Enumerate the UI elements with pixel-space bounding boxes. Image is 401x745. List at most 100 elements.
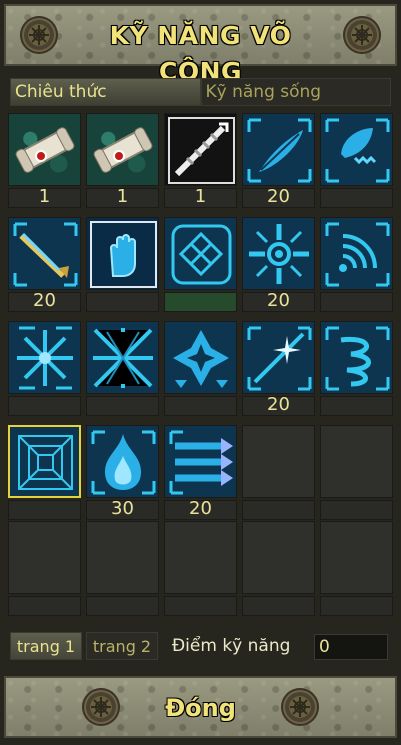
- skill-level: 20: [267, 290, 290, 311]
- skill-slot[interactable]: [242, 113, 315, 186]
- sparkle-burst-icon: [247, 326, 312, 391]
- category-tabs: Chiêu thức Kỹ năng sống: [10, 78, 391, 106]
- empty-slot[interactable]: [320, 521, 393, 594]
- open-palm-icon: [90, 221, 157, 288]
- window-title: KỸ NĂNG VÕ CÔNG: [109, 21, 292, 86]
- level-box: [8, 596, 81, 616]
- radiant-cross-icon: [249, 224, 309, 284]
- level-box: [164, 292, 237, 312]
- level-box: [86, 596, 159, 616]
- empty-cell: [8, 521, 81, 616]
- skill-cell: [320, 113, 393, 208]
- skill-cell: [8, 321, 81, 416]
- skill-level: 1: [194, 186, 207, 207]
- level-box: [320, 500, 393, 520]
- skill-slot[interactable]: [164, 113, 237, 186]
- skill-slot[interactable]: [320, 217, 393, 290]
- skill-cell: 1: [86, 113, 159, 208]
- skill-slot[interactable]: [86, 217, 159, 290]
- skill-slot[interactable]: [8, 217, 81, 290]
- left-medallion-icon: [20, 16, 58, 54]
- spiked-blade-icon: [168, 117, 235, 184]
- empty-slot[interactable]: [242, 425, 315, 498]
- level-box: [320, 292, 393, 312]
- skill-points-value: 0: [314, 634, 388, 660]
- level-box: [164, 396, 237, 416]
- skill-cell: [164, 321, 237, 416]
- level-box: [320, 188, 393, 208]
- empty-slot[interactable]: [164, 521, 237, 594]
- skill-slot[interactable]: [320, 321, 393, 394]
- skill-cell: 20: [242, 113, 315, 208]
- skill-level: 30: [111, 498, 134, 519]
- skill-cell: 1: [164, 113, 237, 208]
- empty-cell: [320, 425, 393, 520]
- swirling-leaf-icon: [325, 118, 390, 183]
- page-controls: trang 1 trang 2 Điểm kỹ năng 0: [10, 628, 391, 662]
- skill-slot[interactable]: [242, 321, 315, 394]
- skill-level: 1: [38, 186, 51, 207]
- empty-cell: [164, 521, 237, 616]
- skill-slot[interactable]: [164, 217, 237, 290]
- skill-slot[interactable]: [8, 113, 81, 186]
- skill-slot-selected[interactable]: [8, 425, 81, 498]
- knot-pattern-icon: [171, 224, 232, 285]
- skill-cell: 1: [8, 113, 81, 208]
- level-box: [86, 292, 159, 312]
- skill-cell: 20: [242, 217, 315, 312]
- skill-cell: 20: [8, 217, 81, 312]
- skill-slot[interactable]: [164, 321, 237, 394]
- skill-level: 20: [33, 290, 56, 311]
- skill-cell: [164, 217, 237, 312]
- empty-slot[interactable]: [320, 425, 393, 498]
- feather-wing-icon: [247, 118, 312, 183]
- skill-level: 20: [267, 394, 290, 415]
- coiled-swirl-icon: [325, 326, 390, 391]
- empty-slot[interactable]: [242, 521, 315, 594]
- level-box: [8, 500, 81, 520]
- skill-level: 1: [116, 186, 129, 207]
- skill-cell: [86, 217, 159, 312]
- skill-slot[interactable]: [242, 217, 315, 290]
- triple-arrows-icon: [169, 430, 233, 495]
- right-medallion-icon: [343, 16, 381, 54]
- converging-rays-icon: [93, 328, 153, 388]
- scroll-red-seal-icon: [93, 127, 153, 173]
- empty-slot[interactable]: [86, 521, 159, 594]
- sword-slash-icon: [13, 222, 78, 287]
- skill-slot[interactable]: [86, 113, 159, 186]
- skill-cell: [320, 321, 393, 416]
- snowflake-burst-icon: [17, 326, 73, 390]
- empty-cell: [242, 425, 315, 520]
- empty-slot[interactable]: [8, 521, 81, 594]
- level-box: [242, 596, 315, 616]
- right-medallion-icon: [281, 688, 319, 726]
- tab-life-skills[interactable]: Kỹ năng sống: [200, 78, 391, 106]
- skill-points-label: Điểm kỹ năng: [172, 636, 291, 656]
- sound-waves-icon: [325, 222, 390, 287]
- skill-cell: [320, 217, 393, 312]
- skill-slot[interactable]: [86, 425, 159, 498]
- skill-cell: 30: [86, 425, 159, 520]
- level-box: [320, 396, 393, 416]
- skill-level: 20: [189, 498, 212, 519]
- close-button[interactable]: Đóng: [4, 676, 397, 738]
- page-1-tab[interactable]: trang 1: [10, 632, 82, 660]
- skill-slot[interactable]: [164, 425, 237, 498]
- empty-cell: [86, 521, 159, 616]
- tab-combat-skills[interactable]: Chiêu thức: [10, 78, 201, 106]
- skill-slot[interactable]: [8, 321, 81, 394]
- page-2-tab[interactable]: trang 2: [86, 632, 158, 660]
- close-label: Đóng: [165, 694, 236, 722]
- four-petal-star-icon: [173, 330, 229, 388]
- level-box: [164, 596, 237, 616]
- vortex-tunnel-icon: [18, 435, 73, 490]
- scroll-red-seal-icon: [15, 127, 75, 173]
- skill-level: 20: [267, 186, 290, 207]
- title-bar: KỸ NĂNG VÕ CÔNG: [4, 4, 397, 86]
- skill-slot[interactable]: [86, 321, 159, 394]
- skill-cell: 20: [164, 425, 237, 520]
- skill-slot[interactable]: [320, 113, 393, 186]
- level-box: [242, 500, 315, 520]
- empty-cell: [320, 521, 393, 616]
